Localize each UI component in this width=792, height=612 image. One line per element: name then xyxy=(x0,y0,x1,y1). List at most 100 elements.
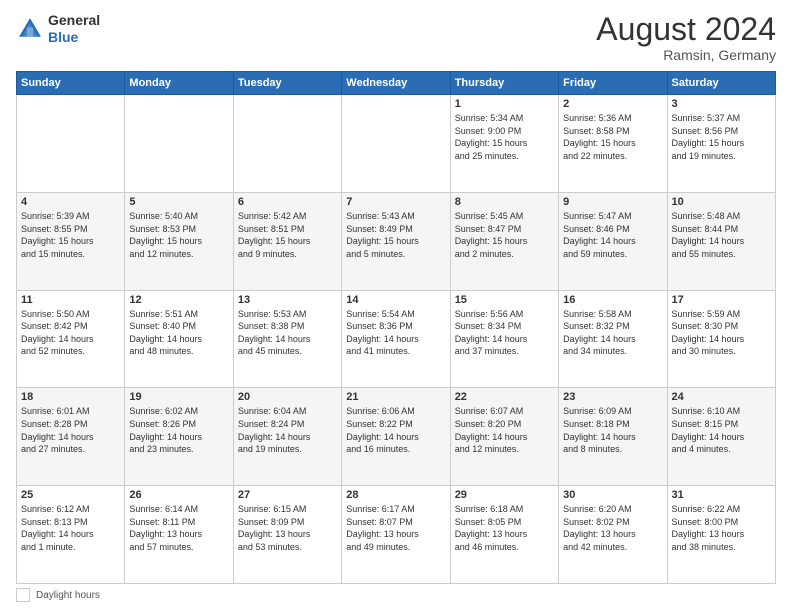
day-number: 20 xyxy=(238,391,337,403)
day-info: Sunrise: 5:43 AM Sunset: 8:49 PM Dayligh… xyxy=(346,210,445,260)
header-cell-monday: Monday xyxy=(125,72,233,95)
day-number: 2 xyxy=(563,98,662,110)
day-info: Sunrise: 6:04 AM Sunset: 8:24 PM Dayligh… xyxy=(238,405,337,455)
day-number: 12 xyxy=(129,294,228,306)
day-info: Sunrise: 5:53 AM Sunset: 8:38 PM Dayligh… xyxy=(238,308,337,358)
header: General Blue August 2024 Ramsin, Germany xyxy=(16,12,776,63)
day-cell: 14 Sunrise: 5:54 AM Sunset: 8:36 PM Dayli… xyxy=(342,290,450,388)
day-cell: 5 Sunrise: 5:40 AM Sunset: 8:53 PM Daylig… xyxy=(125,192,233,290)
location: Ramsin, Germany xyxy=(596,47,776,63)
day-cell: 12 Sunrise: 5:51 AM Sunset: 8:40 PM Dayli… xyxy=(125,290,233,388)
week-row-4: 25 Sunrise: 6:12 AM Sunset: 8:13 PM Dayli… xyxy=(17,486,776,584)
day-number: 27 xyxy=(238,489,337,501)
page: General Blue August 2024 Ramsin, Germany… xyxy=(0,0,792,612)
day-cell: 7 Sunrise: 5:43 AM Sunset: 8:49 PM Daylig… xyxy=(342,192,450,290)
day-cell: 15Sunrise: 5:56 AM Sunset: 8:34 PM Dayli… xyxy=(450,290,558,388)
day-info: Sunrise: 6:17 AM Sunset: 8:07 PM Dayligh… xyxy=(346,503,445,553)
week-row-0: 1 Sunrise: 5:34 AM Sunset: 9:00 PM Daylig… xyxy=(17,95,776,193)
logo-blue: Blue xyxy=(48,29,100,46)
day-info: Sunrise: 5:51 AM Sunset: 8:40 PM Dayligh… xyxy=(129,308,228,358)
day-number: 1 xyxy=(455,98,554,110)
day-number: 18 xyxy=(21,391,120,403)
calendar-table: SundayMondayTuesdayWednesdayThursdayFrid… xyxy=(16,71,776,584)
day-info: Sunrise: 5:42 AM Sunset: 8:51 PM Dayligh… xyxy=(238,210,337,260)
header-cell-wednesday: Wednesday xyxy=(342,72,450,95)
day-info: Sunrise: 5:34 AM Sunset: 9:00 PM Dayligh… xyxy=(455,112,554,162)
week-row-2: 11 Sunrise: 5:50 AM Sunset: 8:42 PM Dayli… xyxy=(17,290,776,388)
header-cell-sunday: Sunday xyxy=(17,72,125,95)
day-info: Sunrise: 5:56 AM Sunset: 8:34 PM Dayligh… xyxy=(455,308,554,358)
day-number: 29 xyxy=(455,489,554,501)
day-number: 13 xyxy=(238,294,337,306)
day-cell: 8 Sunrise: 5:45 AM Sunset: 8:47 PM Daylig… xyxy=(450,192,558,290)
day-info: Sunrise: 5:45 AM Sunset: 8:47 PM Dayligh… xyxy=(455,210,554,260)
day-info: Sunrise: 5:50 AM Sunset: 8:42 PM Dayligh… xyxy=(21,308,120,358)
day-cell: 6Sunrise: 5:42 AM Sunset: 8:51 PM Daylig… xyxy=(233,192,341,290)
header-cell-thursday: Thursday xyxy=(450,72,558,95)
day-number: 17 xyxy=(672,294,771,306)
day-number: 26 xyxy=(129,489,228,501)
day-cell: 1 Sunrise: 5:34 AM Sunset: 9:00 PM Daylig… xyxy=(450,95,558,193)
day-info: Sunrise: 5:59 AM Sunset: 8:30 PM Dayligh… xyxy=(672,308,771,358)
day-cell: 22 Sunrise: 6:07 AM Sunset: 8:20 PM Dayli… xyxy=(450,388,558,486)
day-number: 30 xyxy=(563,489,662,501)
day-number: 19 xyxy=(129,391,228,403)
day-info: Sunrise: 5:37 AM Sunset: 8:56 PM Dayligh… xyxy=(672,112,771,162)
day-info: Sunrise: 6:10 AM Sunset: 8:15 PM Dayligh… xyxy=(672,405,771,455)
day-info: Sunrise: 5:47 AM Sunset: 8:46 PM Dayligh… xyxy=(563,210,662,260)
day-info: Sunrise: 5:48 AM Sunset: 8:44 PM Dayligh… xyxy=(672,210,771,260)
day-info: Sunrise: 6:09 AM Sunset: 8:18 PM Dayligh… xyxy=(563,405,662,455)
day-cell: 25 Sunrise: 6:12 AM Sunset: 8:13 PM Dayli… xyxy=(17,486,125,584)
header-cell-friday: Friday xyxy=(559,72,667,95)
day-number: 10 xyxy=(672,196,771,208)
day-number: 21 xyxy=(346,391,445,403)
title-area: August 2024 Ramsin, Germany xyxy=(596,12,776,63)
day-cell: 9 Sunrise: 5:47 AM Sunset: 8:46 PM Daylig… xyxy=(559,192,667,290)
day-number: 3 xyxy=(672,98,771,110)
footer-label: Daylight hours xyxy=(36,590,100,601)
day-info: Sunrise: 5:54 AM Sunset: 8:36 PM Dayligh… xyxy=(346,308,445,358)
day-number: 9 xyxy=(563,196,662,208)
day-number: 23 xyxy=(563,391,662,403)
day-cell: 16Sunrise: 5:58 AM Sunset: 8:32 PM Dayli… xyxy=(559,290,667,388)
day-cell xyxy=(125,95,233,193)
day-info: Sunrise: 6:07 AM Sunset: 8:20 PM Dayligh… xyxy=(455,405,554,455)
day-info: Sunrise: 5:36 AM Sunset: 8:58 PM Dayligh… xyxy=(563,112,662,162)
day-number: 16 xyxy=(563,294,662,306)
day-number: 28 xyxy=(346,489,445,501)
logo-text: General Blue xyxy=(48,12,100,46)
day-number: 5 xyxy=(129,196,228,208)
day-info: Sunrise: 6:18 AM Sunset: 8:05 PM Dayligh… xyxy=(455,503,554,553)
day-cell: 20 Sunrise: 6:04 AM Sunset: 8:24 PM Dayli… xyxy=(233,388,341,486)
logo-general: General xyxy=(48,12,100,29)
day-info: Sunrise: 6:22 AM Sunset: 8:00 PM Dayligh… xyxy=(672,503,771,553)
day-number: 22 xyxy=(455,391,554,403)
day-number: 8 xyxy=(455,196,554,208)
day-info: Sunrise: 6:01 AM Sunset: 8:28 PM Dayligh… xyxy=(21,405,120,455)
day-info: Sunrise: 6:02 AM Sunset: 8:26 PM Dayligh… xyxy=(129,405,228,455)
day-info: Sunrise: 5:40 AM Sunset: 8:53 PM Dayligh… xyxy=(129,210,228,260)
day-info: Sunrise: 6:14 AM Sunset: 8:11 PM Dayligh… xyxy=(129,503,228,553)
header-row: SundayMondayTuesdayWednesdayThursdayFrid… xyxy=(17,72,776,95)
day-number: 11 xyxy=(21,294,120,306)
header-cell-tuesday: Tuesday xyxy=(233,72,341,95)
day-number: 7 xyxy=(346,196,445,208)
logo: General Blue xyxy=(16,12,100,46)
day-info: Sunrise: 6:12 AM Sunset: 8:13 PM Dayligh… xyxy=(21,503,120,553)
day-cell: 4Sunrise: 5:39 AM Sunset: 8:55 PM Daylig… xyxy=(17,192,125,290)
day-info: Sunrise: 6:15 AM Sunset: 8:09 PM Dayligh… xyxy=(238,503,337,553)
day-cell: 3 Sunrise: 5:37 AM Sunset: 8:56 PM Daylig… xyxy=(667,95,775,193)
day-cell: 17 Sunrise: 5:59 AM Sunset: 8:30 PM Dayli… xyxy=(667,290,775,388)
day-cell: 27 Sunrise: 6:15 AM Sunset: 8:09 PM Dayli… xyxy=(233,486,341,584)
day-cell: 11 Sunrise: 5:50 AM Sunset: 8:42 PM Dayli… xyxy=(17,290,125,388)
day-info: Sunrise: 5:39 AM Sunset: 8:55 PM Dayligh… xyxy=(21,210,120,260)
day-number: 25 xyxy=(21,489,120,501)
day-number: 24 xyxy=(672,391,771,403)
day-cell: 21Sunrise: 6:06 AM Sunset: 8:22 PM Dayli… xyxy=(342,388,450,486)
week-row-1: 4Sunrise: 5:39 AM Sunset: 8:55 PM Daylig… xyxy=(17,192,776,290)
footer-box xyxy=(16,588,30,602)
header-cell-saturday: Saturday xyxy=(667,72,775,95)
day-cell: 19 Sunrise: 6:02 AM Sunset: 8:26 PM Dayli… xyxy=(125,388,233,486)
day-cell: 10 Sunrise: 5:48 AM Sunset: 8:44 PM Dayli… xyxy=(667,192,775,290)
day-number: 14 xyxy=(346,294,445,306)
